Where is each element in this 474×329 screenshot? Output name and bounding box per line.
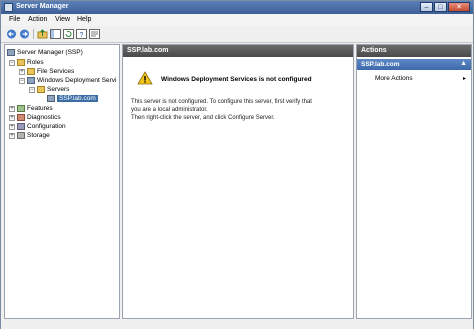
collapse-up-icon[interactable]: ▲ [460, 60, 467, 67]
tree-node-configuration[interactable]: + Configuration [9, 122, 66, 131]
results-pane: SSP.lab.com Windows Deployment Services … [122, 44, 354, 319]
title-bar: Server Manager – □ ✕ [1, 1, 473, 14]
message-line-1: This server is not configured. To config… [131, 99, 312, 105]
properties-icon[interactable] [89, 29, 100, 39]
message-line-2: you are a local administrator. [131, 107, 208, 113]
diagnostics-icon [17, 114, 25, 121]
actions-header: Actions [357, 45, 471, 57]
server-icon [47, 95, 55, 102]
features-icon [17, 105, 25, 112]
warning-icon [137, 71, 153, 87]
wds-icon [27, 77, 35, 84]
collapse-icon[interactable]: − [9, 59, 15, 66]
menu-view[interactable]: View [55, 16, 70, 23]
app-icon [4, 3, 13, 12]
expand-icon[interactable]: + [9, 132, 15, 139]
action-group-ssp[interactable]: SSP.lab.com ▲ [357, 59, 471, 70]
warning-title: Windows Deployment Services is not confi… [161, 76, 312, 83]
help-icon[interactable]: ? [76, 29, 87, 39]
status-bar [1, 321, 473, 329]
console-tree: Server Manager (SSP) − Roles + File Serv… [4, 44, 120, 319]
forward-icon[interactable] [19, 29, 30, 39]
up-icon[interactable] [37, 29, 48, 39]
refresh-icon[interactable] [63, 29, 74, 39]
show-hide-tree-icon[interactable] [50, 29, 61, 39]
menu-file[interactable]: File [9, 16, 20, 23]
results-header: SSP.lab.com [123, 45, 353, 57]
collapse-icon[interactable]: − [29, 86, 35, 93]
expand-icon[interactable]: + [19, 68, 25, 75]
menu-action[interactable]: Action [28, 16, 47, 23]
more-actions-item[interactable]: More Actions [375, 75, 413, 82]
tree-node-wds[interactable]: − Windows Deployment Servi [19, 76, 116, 85]
tree-node-roles[interactable]: − Roles [9, 58, 44, 67]
roles-icon [17, 59, 25, 66]
tree-node-servers[interactable]: − Servers [29, 85, 69, 94]
tree-node-storage[interactable]: + Storage [9, 131, 50, 140]
collapse-icon[interactable]: − [19, 77, 25, 84]
minimize-button[interactable]: – [420, 2, 433, 12]
tree-node-server-ssp[interactable]: SSP.lab.com [47, 94, 98, 103]
expand-icon[interactable]: + [9, 114, 15, 121]
tree-node-file-services[interactable]: + File Services [19, 67, 74, 76]
svg-text:?: ? [80, 32, 84, 39]
actions-pane: Actions SSP.lab.com ▲ More Actions ▸ [356, 44, 472, 319]
toolbar: ? [1, 26, 473, 43]
window-title: Server Manager [16, 3, 69, 10]
tree-node-features[interactable]: + Features [9, 104, 53, 113]
servers-folder-icon [37, 86, 45, 93]
expand-icon[interactable]: + [9, 123, 15, 130]
back-icon[interactable] [6, 29, 17, 39]
message-line-3: Then right-click the server, and click C… [131, 115, 275, 121]
expand-icon[interactable]: + [9, 105, 15, 112]
submenu-arrow-icon: ▸ [463, 76, 467, 82]
configuration-icon [17, 123, 25, 130]
storage-icon [17, 132, 25, 139]
tree-node-server-manager[interactable]: Server Manager (SSP) [7, 48, 83, 57]
maximize-button[interactable]: □ [434, 2, 447, 12]
menu-bar: File Action View Help [1, 14, 473, 26]
server-manager-window: Server Manager – □ ✕ File Action View He… [0, 0, 474, 329]
server-icon [7, 49, 15, 56]
tree-node-diagnostics[interactable]: + Diagnostics [9, 113, 61, 122]
menu-help[interactable]: Help [77, 16, 91, 23]
file-services-icon [27, 68, 35, 75]
close-button[interactable]: ✕ [448, 2, 470, 12]
